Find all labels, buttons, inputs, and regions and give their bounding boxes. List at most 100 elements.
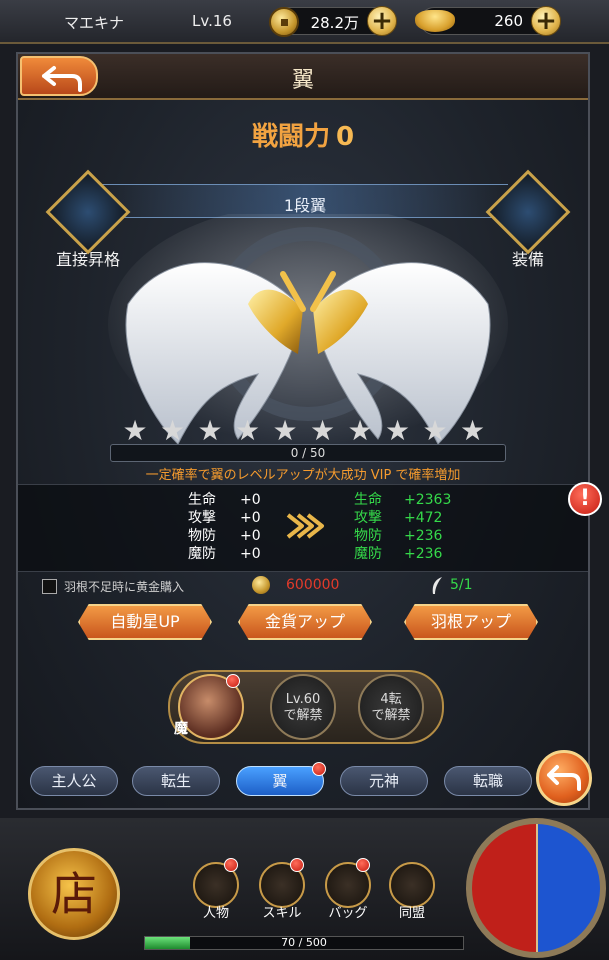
auto-buy-label: 羽根不足時に黄金購入 [64, 580, 185, 594]
return-arrow-icon [547, 765, 581, 791]
stat-name: 魔防 [354, 546, 382, 562]
stat-name: 攻撃 [354, 510, 382, 526]
skill-type-tag: 魔 [174, 721, 188, 737]
stat-name: 物防 [188, 528, 216, 544]
stat-value: +236 [404, 528, 443, 544]
bag-menu-button[interactable]: バッグ [318, 858, 378, 921]
return-button[interactable] [536, 750, 592, 806]
combat-power: 戦闘力 0 [18, 116, 588, 153]
character-menu-button[interactable]: 人物 [186, 858, 246, 921]
coin-upgrade-button[interactable]: 金貨アップ [238, 604, 372, 640]
stat-name: 生命 [188, 492, 216, 508]
menu-label: バッグ [328, 906, 368, 921]
stat-name: 魔防 [188, 546, 216, 562]
menu-label: スキル [262, 906, 302, 921]
star-rating: ★ ★ ★ ★ ★ ★ ★ ★ ★ ★ [108, 416, 508, 446]
auto-buy-checkbox[interactable] [42, 579, 57, 594]
wing-skill-tray: 魔 Lv.60 で解禁 4転 で解禁 [168, 670, 444, 744]
feature-tabs: 主人公 転生 翼 元神 転職 [18, 766, 588, 798]
next-stat-names: 生命 攻撃 物防 魔防 [354, 491, 382, 563]
skill-menu-button[interactable]: スキル [252, 858, 312, 921]
notification-dot [290, 858, 304, 872]
star-icon: ★ [309, 414, 336, 447]
stat-value: +0 [240, 546, 261, 562]
add-gold-button[interactable]: + [531, 6, 561, 36]
tab-job-change[interactable]: 転職 [444, 766, 532, 796]
notification-dot [224, 858, 238, 872]
wing-rank-label: 1段翼 [283, 196, 327, 215]
panel-title: 翼 [291, 68, 314, 93]
power-value: 0 [335, 122, 355, 152]
hp-mp-orb[interactable] [466, 818, 606, 958]
top-resource-bar: マエキナ Lv.16 28.2万 + 260 + [0, 0, 609, 44]
wing-rank-bar: 1段翼 [102, 184, 508, 218]
stat-name: 生命 [354, 492, 382, 508]
wing-image [108, 214, 508, 444]
player-level: Lv.16 [192, 12, 232, 30]
locked-skill-slot[interactable]: 4転 で解禁 [358, 674, 424, 740]
feather-upgrade-button[interactable]: 羽根アップ [404, 604, 538, 640]
notification-dot [312, 762, 326, 776]
power-label: 戦闘力 [251, 122, 330, 152]
star-icon: ★ [422, 414, 448, 447]
wing-progress-bar: 0 / 50 [110, 444, 506, 462]
auto-star-up-button[interactable]: 自動星UP [78, 604, 212, 640]
unlock-suffix: で解禁 [283, 708, 323, 723]
star-icon: ★ [384, 414, 411, 447]
gold-ingot-icon [415, 10, 455, 32]
menu-label: 同盟 [398, 906, 425, 921]
stat-value: +2363 [404, 492, 452, 508]
exp-text: 70 / 500 [281, 936, 327, 949]
coin-icon [252, 576, 270, 594]
star-icon: ★ [234, 414, 261, 447]
wing-skill-slot[interactable]: 魔 [174, 674, 244, 740]
unlock-level: Lv.60 [285, 692, 321, 707]
stat-name: 攻撃 [188, 510, 216, 526]
buy-row: 羽根不足時に黄金購入 600000 5/1 [18, 574, 588, 598]
stat-value: +0 [240, 510, 261, 526]
coin-icon [269, 7, 299, 37]
current-stat-values: +0 +0 +0 +0 [240, 491, 261, 563]
notification-dot [356, 858, 370, 872]
feather-count: 5/1 [450, 577, 473, 593]
tab-rebirth[interactable]: 転生 [132, 766, 220, 796]
notification-dot [226, 674, 240, 688]
menu-label: 人物 [202, 906, 229, 921]
star-icon: ★ [459, 414, 486, 447]
locked-skill-slot[interactable]: Lv.60 で解禁 [270, 674, 336, 740]
coin-value: 28.2万 [310, 14, 359, 32]
panel-header: 翼 [18, 54, 588, 100]
stat-value: +472 [404, 510, 443, 526]
star-icon: ★ [272, 414, 298, 447]
stat-value: +0 [240, 492, 261, 508]
wing-panel: 翼 戦闘力 0 1段翼 直接昇格 装備 ★ ★ ★ ★ ★ ★ ★ ★ ★ ★ … [16, 52, 592, 810]
upgrade-arrow-icon [286, 513, 324, 539]
tab-spirit[interactable]: 元神 [340, 766, 428, 796]
success-hint: 一定確率で翼のレベルアップが大成功 VIP で確率増加 [145, 468, 461, 483]
feather-icon [432, 577, 442, 594]
player-name: マエキナ [64, 14, 125, 32]
current-stat-names: 生命 攻撃 物防 魔防 [188, 491, 216, 563]
exp-bar: 70 / 500 [144, 936, 464, 950]
unlock-condition: Lv.60 で解禁 [272, 692, 334, 724]
star-icon: ★ [347, 414, 373, 447]
unlock-condition: 4転 で解禁 [360, 692, 422, 724]
guild-menu-button[interactable]: 同盟 [382, 862, 442, 921]
shop-button[interactable]: 店 [28, 848, 120, 940]
unlock-rebirth: 4転 [380, 692, 402, 707]
stat-value: +236 [404, 546, 443, 562]
stat-name: 物防 [354, 528, 382, 544]
stats-panel: 生命 攻撃 物防 魔防 +0 +0 +0 +0 生命 攻撃 物防 魔防 +236… [18, 484, 588, 572]
bottom-hud: 店 人物 スキル バッグ 同盟 70 / 500 [0, 818, 609, 960]
star-icon: ★ [159, 414, 186, 447]
tab-wing[interactable]: 翼 [236, 766, 324, 796]
stat-value: +0 [240, 528, 261, 544]
tab-hero[interactable]: 主人公 [30, 766, 118, 796]
gold-value: 260 [494, 12, 523, 30]
add-coins-button[interactable]: + [367, 6, 397, 36]
coin-counter: 28.2万 + [269, 6, 397, 37]
coin-cost: 600000 [286, 577, 340, 593]
alert-badge[interactable]: ! [568, 482, 602, 516]
star-icon: ★ [197, 414, 223, 447]
gold-counter: 260 + [415, 6, 561, 36]
